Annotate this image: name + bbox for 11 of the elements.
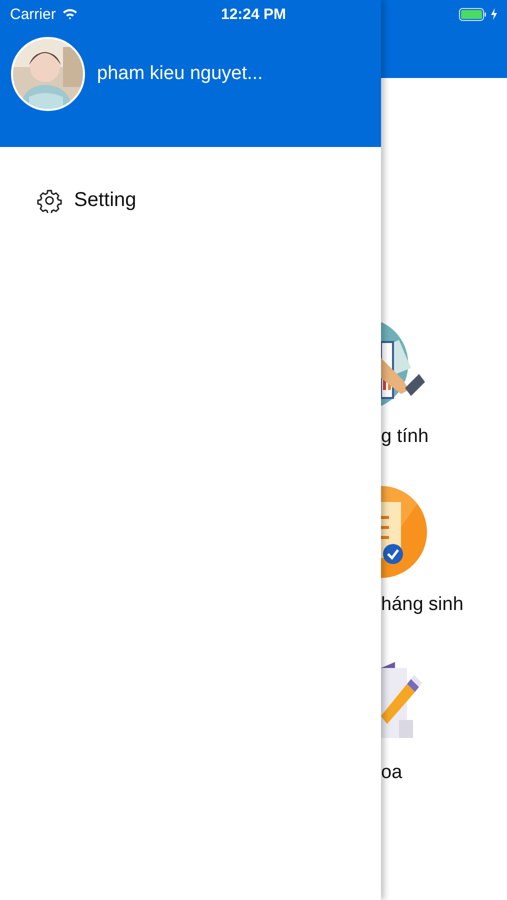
- drawer-item[interactable]: Setting: [37, 188, 136, 213]
- wifi-icon: [62, 8, 78, 20]
- user-name: pham kieu nguyet...: [97, 63, 263, 85]
- settings-icon: [37, 188, 62, 213]
- menu-label: g tính: [381, 426, 429, 448]
- clock: 12:24 PM: [220, 6, 286, 22]
- battery-icon: [459, 8, 487, 20]
- menu-label: háng sinh: [381, 594, 464, 616]
- checklist-icon[interactable]: [381, 486, 427, 578]
- menu-label: oa: [381, 762, 402, 784]
- carrier-label: Carrier: [10, 6, 56, 22]
